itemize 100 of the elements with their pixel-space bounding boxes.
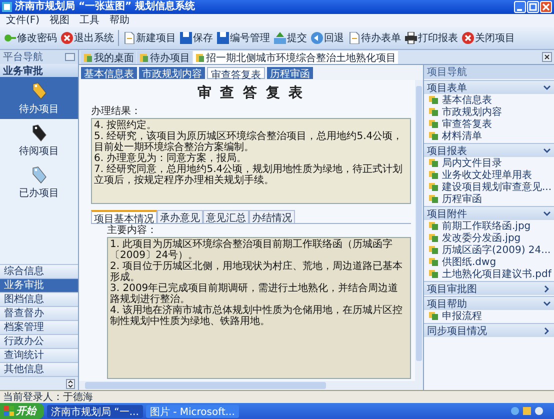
project-list-item[interactable]: 待办项目 bbox=[0, 77, 78, 119]
page-icon bbox=[139, 52, 149, 62]
section-header[interactable]: 同步项目情况 bbox=[424, 323, 554, 337]
close-icon[interactable] bbox=[542, 52, 552, 62]
menu-item[interactable]: 工具 bbox=[80, 14, 100, 26]
project-list-item[interactable]: 已办项目 bbox=[0, 161, 78, 203]
nav-item[interactable]: 查询统计 bbox=[0, 348, 78, 362]
section-header[interactable]: 项目帮助 bbox=[424, 296, 554, 310]
document-tab[interactable]: 招一期北侧城市环境综合整治土地熟化项目 bbox=[193, 51, 398, 64]
taskbar-button[interactable]: 济南市规划局 “一... bbox=[47, 404, 143, 418]
nav-item[interactable]: 档案管理 bbox=[0, 320, 78, 334]
chevron-icon bbox=[543, 146, 551, 154]
close-icon bbox=[542, 3, 550, 11]
toolbar-button[interactable]: 修改密码 bbox=[2, 29, 59, 47]
nav-link[interactable]: 土地熟化项目建议书.pdf bbox=[424, 268, 554, 280]
result-field[interactable]: 4. 按照约定。 5. 经研究，该项目为原历城区环境综合整治项目，总用地约5.4公顷，目前处一期环境综合整治方案编制。 6. 办理意见为：同意方案，报局。 7. 经研究同意，总用地约5.4公顷，规划用地性质为绿地，待正式计划立项后，按规定程序办理相关规划手续。 bbox=[91, 118, 411, 204]
scrollbar[interactable] bbox=[415, 80, 423, 381]
chevron-icon bbox=[543, 326, 551, 334]
menu-item[interactable]: 视图 bbox=[50, 14, 70, 26]
nav-link[interactable]: 前期工作联络函.jpg bbox=[424, 220, 554, 232]
nav-item[interactable]: 其他信息 bbox=[0, 362, 78, 376]
section-title: 项目附件 bbox=[427, 208, 467, 220]
printer-icon bbox=[405, 32, 417, 44]
section-title: 业务审批 bbox=[3, 64, 43, 78]
close-icon bbox=[61, 32, 73, 44]
toolbar-button[interactable]: 提交 bbox=[272, 29, 309, 47]
key-icon bbox=[4, 32, 16, 44]
upload-icon bbox=[274, 32, 286, 44]
section-title: 项目帮助 bbox=[427, 298, 467, 310]
section-title: 项目报表 bbox=[427, 144, 467, 158]
nav-item[interactable]: 图档信息 bbox=[0, 292, 78, 306]
content-field[interactable]: 1. 此项目为历城区环境综合整治项目前期工作联络函（历城函字〔2009〕24号）。 2. 项目位于历城区北侧，用地现状为村庄、荒地，周边道路已基本形成。 3. 2009年已完成项目前期调研，需进行土地熟化，并结合周边道路规划进行整治。 4. 该用地在济南市城市总体规划中性质为仓储用地，在历城片区控制性规划中性质为绿地、铁路用地。 bbox=[107, 237, 411, 379]
form-title: 审 查 答 复 表 bbox=[196, 84, 306, 103]
nav-item[interactable]: 行政办公 bbox=[0, 334, 78, 348]
chevron-icon bbox=[543, 84, 551, 92]
nav-link[interactable]: 历城区函字(2009) 24... bbox=[424, 244, 554, 256]
toolbar-button[interactable]: 保存 bbox=[178, 29, 215, 47]
save-icon bbox=[217, 32, 229, 44]
nav-item[interactable]: 综合信息 bbox=[0, 264, 78, 278]
toolbar-button[interactable]: 编号管理 bbox=[215, 29, 272, 47]
form-tab[interactable]: 历程审函 bbox=[267, 66, 313, 78]
section-title: 项目审批图 bbox=[427, 282, 477, 296]
nav-link[interactable]: 材料清单 bbox=[424, 130, 554, 142]
nav-link[interactable]: 建设项目规划审查意见... bbox=[424, 181, 554, 193]
toolbar-button[interactable]: 待办表单 bbox=[346, 29, 403, 47]
tag-icon bbox=[31, 166, 47, 184]
document-tab[interactable]: 待办项目 bbox=[137, 51, 192, 64]
status-text: 当前登录人：于德海 bbox=[3, 390, 93, 404]
menu-item[interactable]: 文件(F) bbox=[6, 14, 40, 26]
nav-link[interactable]: 基本信息表 bbox=[424, 94, 554, 106]
tag-icon bbox=[31, 124, 47, 142]
nav-link[interactable]: 历程审函 bbox=[424, 193, 554, 205]
page-icon bbox=[83, 52, 93, 62]
toolbar-button[interactable]: 新建项目 bbox=[121, 29, 178, 47]
menu-item[interactable]: 帮助 bbox=[110, 14, 130, 26]
section-header[interactable]: 项目附件 bbox=[424, 206, 554, 220]
toolbar-button[interactable]: 退出系统 bbox=[59, 29, 116, 47]
form-tab[interactable]: 市政规划内容 bbox=[139, 66, 205, 78]
taskbar-button[interactable]: 图片 - Microsoft... bbox=[146, 404, 239, 418]
detail-tab[interactable]: 办结情况 bbox=[249, 210, 295, 223]
toolbar-button[interactable]: 关闭项目 bbox=[460, 29, 517, 47]
tag-icon bbox=[31, 82, 47, 100]
form-tab[interactable]: 基本信息表 bbox=[81, 66, 137, 78]
close-button[interactable] bbox=[540, 1, 552, 13]
section-header[interactable]: 项目表单 bbox=[424, 80, 554, 94]
nav-item[interactable]: 业务审批 bbox=[0, 278, 78, 292]
nav-link[interactable]: 业务收文处理单用表 bbox=[424, 169, 554, 181]
section-header[interactable]: 项目审批图 bbox=[424, 281, 554, 295]
close-icon bbox=[462, 32, 474, 44]
flag-icon bbox=[4, 406, 14, 416]
nav-item[interactable]: 督查督办 bbox=[0, 306, 78, 320]
expand-icon[interactable] bbox=[66, 378, 75, 388]
nav-link[interactable]: 市政规划内容 bbox=[424, 106, 554, 118]
nav-link[interactable]: 供图纸.dwg bbox=[424, 256, 554, 268]
maximize-icon bbox=[529, 3, 537, 11]
page-icon bbox=[348, 32, 360, 44]
nav-link[interactable]: 局内文件目录 bbox=[424, 157, 554, 169]
maximize-button[interactable] bbox=[527, 1, 539, 13]
form-tab[interactable]: 审查答复表 bbox=[207, 66, 265, 78]
field-label: 主要内容： bbox=[106, 224, 158, 237]
page-icon bbox=[195, 52, 205, 62]
nav-link[interactable]: 发改委分发函.jpg bbox=[424, 232, 554, 244]
toolbar-button[interactable]: 打印报表 bbox=[403, 29, 460, 47]
chevron-icon bbox=[543, 210, 551, 218]
section-header[interactable]: 项目报表 bbox=[424, 143, 554, 157]
panel-title: 项目导航 bbox=[427, 66, 467, 79]
detail-tab[interactable]: 意见汇总 bbox=[203, 210, 249, 223]
detail-tab[interactable]: 项目基本情况 bbox=[91, 210, 157, 223]
document-tab[interactable]: 我的桌面 bbox=[81, 51, 136, 64]
project-list-item[interactable]: 待阅项目 bbox=[0, 119, 78, 161]
back-icon bbox=[311, 32, 323, 44]
toolbar-button[interactable]: 回退 bbox=[309, 29, 346, 47]
nav-link[interactable]: 申报流程 bbox=[424, 310, 554, 322]
minimize-button[interactable] bbox=[514, 1, 526, 13]
page-icon bbox=[429, 311, 439, 321]
panel-title: 平台导航 bbox=[3, 50, 43, 64]
nav-link[interactable]: 审查答复表 bbox=[424, 118, 554, 130]
detail-tab[interactable]: 承办意见 bbox=[157, 210, 203, 223]
page-icon bbox=[123, 32, 135, 44]
scrollbar[interactable] bbox=[79, 381, 423, 390]
